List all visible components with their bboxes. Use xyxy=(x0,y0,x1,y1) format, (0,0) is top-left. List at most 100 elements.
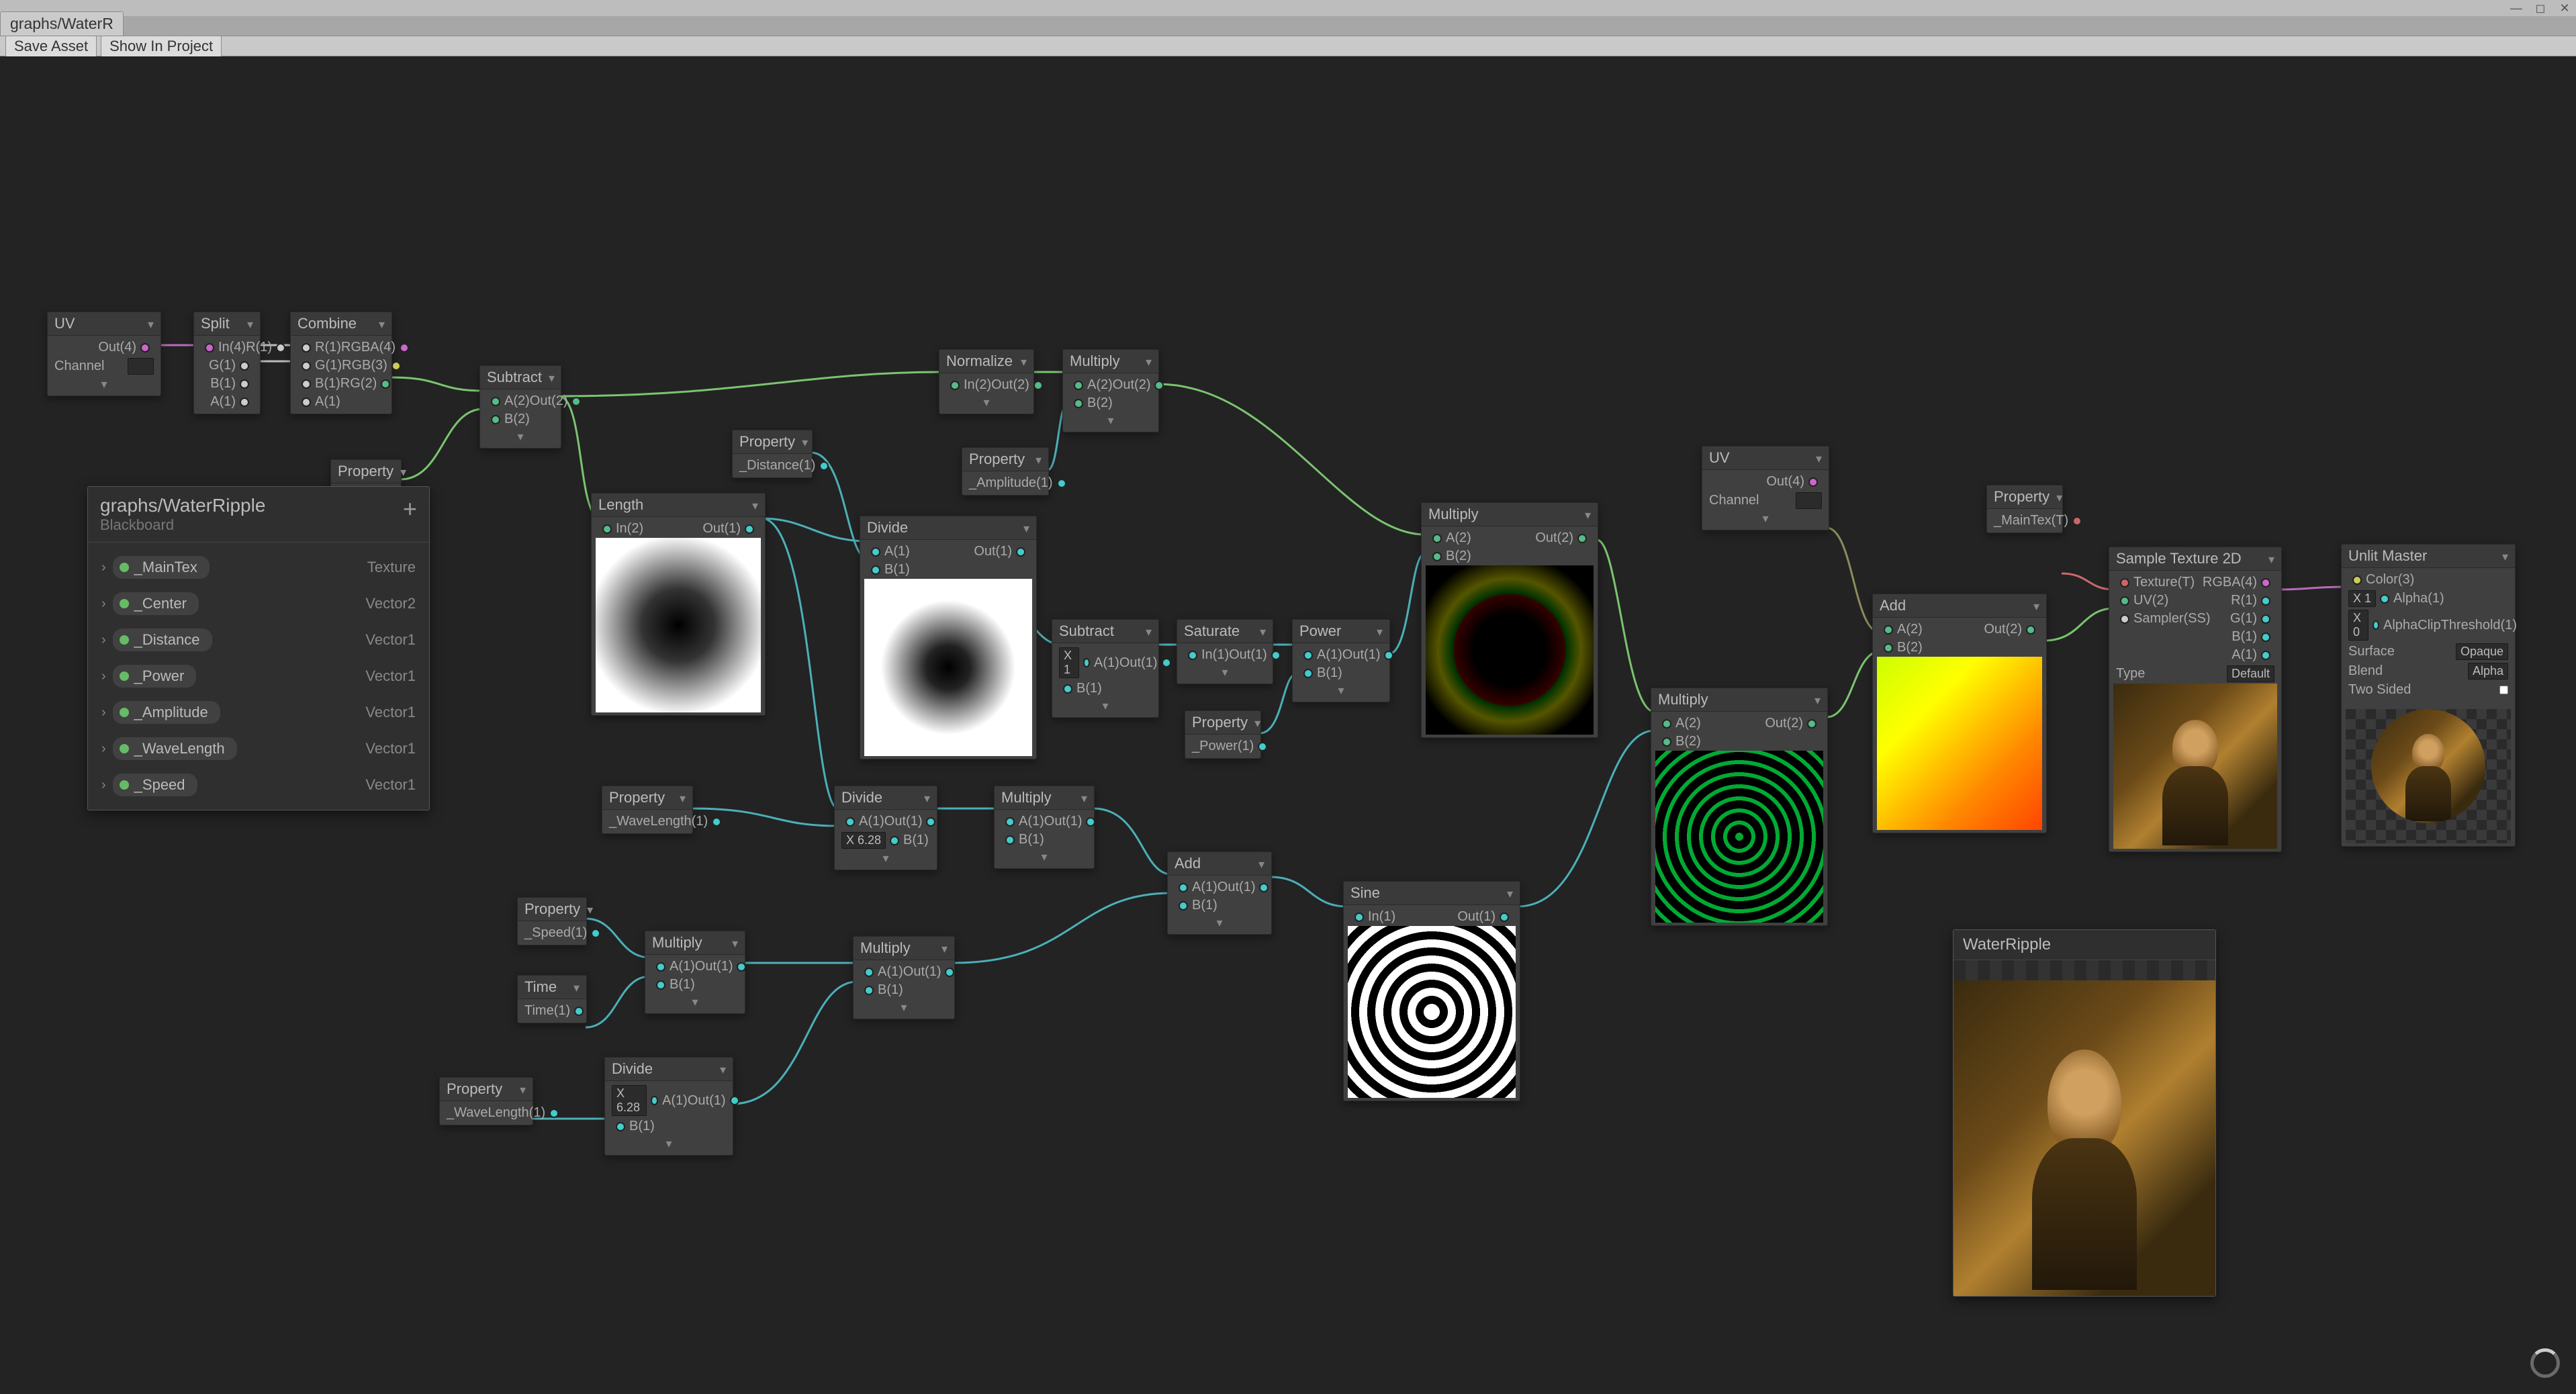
node-prop-maintex[interactable]: Property _MainTex(T) xyxy=(1986,485,2063,533)
chevron-down-icon[interactable] xyxy=(1029,451,1042,468)
node-combine[interactable]: Combine R(1)RGBA(4) G(1)RGB(3) B(1)RG(2)… xyxy=(290,312,392,414)
node-divide3[interactable]: Divide X 6.28A(1)Out(1) B(1) ▾ xyxy=(604,1057,733,1156)
chevron-right-icon[interactable]: › xyxy=(101,741,106,757)
node-uv2[interactable]: UV Out(4) Channel ▾ xyxy=(1702,446,1829,530)
node-multiply-freq[interactable]: Multiply A(1)Out(1) B(1) ▾ xyxy=(853,936,955,1019)
node-prop-wavelength2[interactable]: Property _WaveLength(1) xyxy=(439,1077,533,1125)
property-pill[interactable]: _WaveLength xyxy=(113,737,237,760)
tab-graph[interactable]: graphs/WaterR xyxy=(0,11,124,36)
chevron-down-icon[interactable] xyxy=(1017,519,1029,537)
collapse-caret[interactable]: ▾ xyxy=(52,376,156,393)
chevron-down-icon[interactable] xyxy=(240,315,253,332)
close-icon[interactable]: ✕ xyxy=(2557,2,2572,14)
blackboard-item[interactable]: ›_AmplitudeVector1 xyxy=(99,694,418,731)
node-subtract2[interactable]: Subtract X 1A(1)Out(1) B(1) ▾ xyxy=(1052,619,1159,718)
node-multiply-wave[interactable]: Multiply A(1)Out(1) B(1) ▾ xyxy=(994,786,1095,869)
property-pill[interactable]: _Speed xyxy=(113,774,197,796)
node-sine[interactable]: Sine In(1)Out(1) xyxy=(1343,881,1520,1101)
node-multiply-sine[interactable]: Multiply A(2)Out(2) B(2) xyxy=(1651,688,1828,926)
chevron-down-icon[interactable] xyxy=(567,978,580,996)
divide3-x-field[interactable]: X 6.28 xyxy=(612,1085,647,1116)
main-preview-panel[interactable]: WaterRipple xyxy=(1953,929,2216,1297)
node-divide2[interactable]: Divide A(1)Out(1) X 6.28B(1) ▾ xyxy=(834,786,937,870)
property-pill[interactable]: _Amplitude xyxy=(113,701,220,724)
property-pill[interactable]: _Distance xyxy=(113,629,212,651)
port-out[interactable] xyxy=(140,343,150,353)
chevron-down-icon[interactable] xyxy=(1248,714,1260,731)
chevron-right-icon[interactable]: › xyxy=(101,633,106,648)
chevron-right-icon[interactable]: › xyxy=(101,705,106,721)
chevron-down-icon[interactable] xyxy=(2027,597,2039,614)
node-time[interactable]: Time Time(1) xyxy=(517,975,587,1023)
chevron-right-icon[interactable]: › xyxy=(101,778,106,793)
node-add2[interactable]: Add A(2)Out(2) B(2) xyxy=(1872,594,2047,833)
two-sided-checkbox[interactable] xyxy=(2499,686,2508,694)
chevron-down-icon[interactable] xyxy=(1074,789,1087,806)
chevron-down-icon[interactable] xyxy=(935,939,948,957)
chevron-down-icon[interactable] xyxy=(1253,622,1266,640)
blackboard-item[interactable]: ›_SpeedVector1 xyxy=(99,767,418,803)
chevron-down-icon[interactable] xyxy=(2050,488,2062,506)
chevron-down-icon[interactable] xyxy=(1808,691,1821,708)
add-icon[interactable]: + xyxy=(403,495,417,523)
blackboard-panel[interactable]: graphs/WaterRipple Blackboard + ›_MainTe… xyxy=(87,486,430,810)
blackboard-item[interactable]: ›_CenterVector2 xyxy=(99,586,418,622)
node-prop-wavelength[interactable]: Property _WaveLength(1) xyxy=(602,786,693,834)
node-prop-distance[interactable]: Property _Distance(1) xyxy=(732,430,813,478)
blackboard-item[interactable]: ›_DistanceVector1 xyxy=(99,622,418,658)
node-saturate[interactable]: Saturate In(1)Out(1) ▾ xyxy=(1177,619,1273,684)
minimize-icon[interactable]: — xyxy=(2509,2,2524,14)
node-multiply-sat[interactable]: Multiply A(2)Out(2) B(2) xyxy=(1421,502,1598,738)
chevron-down-icon[interactable] xyxy=(542,369,555,386)
chevron-down-icon[interactable] xyxy=(1139,353,1152,370)
clip-field[interactable]: X 0 xyxy=(2348,610,2368,641)
chevron-down-icon[interactable] xyxy=(1252,855,1264,872)
blackboard-item[interactable]: ›_MainTexTexture xyxy=(99,549,418,586)
chevron-down-icon[interactable] xyxy=(2495,547,2508,565)
surface-dropdown[interactable]: Opaque xyxy=(2456,643,2508,660)
blackboard-item[interactable]: ›_PowerVector1 xyxy=(99,658,418,694)
maximize-icon[interactable]: ◻ xyxy=(2533,2,2548,14)
node-split[interactable]: Split In(4)R(1) G(1) B(1) A(1) xyxy=(193,312,261,414)
chevron-down-icon[interactable] xyxy=(725,934,738,951)
node-unlit-master[interactable]: Unlit Master Color(3) X 1Alpha(1) X 0Alp… xyxy=(2341,544,2516,847)
chevron-right-icon[interactable]: › xyxy=(101,560,106,575)
node-prop-speed[interactable]: Property _Speed(1) xyxy=(517,897,587,945)
type-dropdown[interactable]: Default xyxy=(2227,665,2274,682)
chevron-down-icon[interactable] xyxy=(1809,449,1822,467)
alpha-field[interactable]: X 1 xyxy=(2348,590,2376,607)
channel-dropdown[interactable] xyxy=(128,358,154,375)
chevron-down-icon[interactable] xyxy=(1014,353,1027,370)
chevron-down-icon[interactable] xyxy=(713,1060,726,1078)
chevron-down-icon[interactable] xyxy=(141,315,154,332)
chevron-down-icon[interactable] xyxy=(580,900,593,918)
node-sample-texture2d[interactable]: Sample Texture 2D Texture(T)RGBA(4) UV(2… xyxy=(2109,547,2282,852)
node-subtract[interactable]: Subtract A(2)Out(2) B(2) ▾ xyxy=(479,365,561,449)
node-prop-power[interactable]: Property _Power(1) xyxy=(1185,710,1261,759)
blackboard-item[interactable]: ›_WaveLengthVector1 xyxy=(99,731,418,767)
chevron-down-icon[interactable] xyxy=(745,496,758,514)
chevron-down-icon[interactable] xyxy=(1500,884,1513,902)
chevron-right-icon[interactable]: › xyxy=(101,669,106,684)
chevron-down-icon[interactable] xyxy=(917,789,930,806)
node-length[interactable]: Length In(2)Out(1) xyxy=(591,493,766,716)
chevron-down-icon[interactable] xyxy=(795,433,808,451)
chevron-down-icon[interactable] xyxy=(2262,550,2274,567)
node-prop-amplitude[interactable]: Property _Amplitude(1) xyxy=(962,447,1049,496)
chevron-down-icon[interactable] xyxy=(1578,506,1591,523)
node-multiply-amp[interactable]: Multiply A(2)Out(2) B(2) ▾ xyxy=(1062,349,1159,432)
node-normalize[interactable]: Normalize In(2)Out(2) ▾ xyxy=(939,349,1034,414)
chevron-down-icon[interactable] xyxy=(513,1080,526,1098)
chevron-down-icon[interactable] xyxy=(1139,622,1152,640)
divide2-x-field[interactable]: X 6.28 xyxy=(841,832,886,849)
node-divide1[interactable]: Divide A(1)Out(1) B(1) xyxy=(860,516,1037,759)
chevron-down-icon[interactable] xyxy=(372,315,385,332)
chevron-right-icon[interactable]: › xyxy=(101,596,106,612)
save-asset-button[interactable]: Save Asset xyxy=(5,36,97,57)
node-add1[interactable]: Add A(1)Out(1) B(1) ▾ xyxy=(1167,851,1272,935)
property-pill[interactable]: _Center xyxy=(113,592,199,615)
property-pill[interactable]: _Power xyxy=(113,665,197,688)
node-power[interactable]: Power A(1)Out(1) B(1) ▾ xyxy=(1292,619,1390,702)
chevron-down-icon[interactable] xyxy=(673,789,686,806)
chevron-down-icon[interactable] xyxy=(1370,622,1383,640)
